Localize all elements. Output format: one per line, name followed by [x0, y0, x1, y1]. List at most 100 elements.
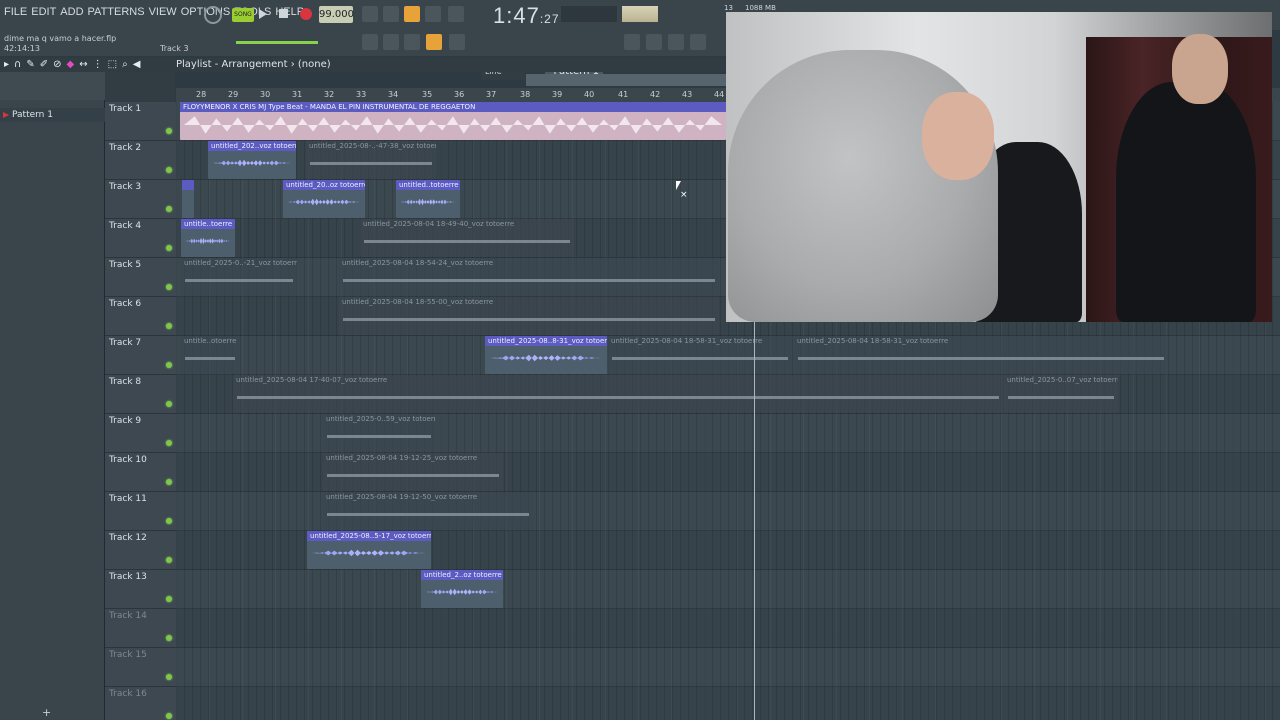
track-mute-led[interactable]	[166, 557, 172, 563]
audio-clip[interactable]: untitled_2025-08-04 18-58-31_voz totoerr…	[608, 336, 792, 374]
track-name: Track 11	[109, 494, 147, 504]
audio-clip[interactable]: untitled_2025-08-04 18-58-31_voz totoerr…	[794, 336, 1168, 374]
mouse-cursor-icon	[676, 181, 681, 190]
metronome-icon[interactable]	[362, 6, 378, 22]
audio-clip[interactable]: untitled_2025-08..8-31_voz totoerre	[485, 336, 607, 374]
audio-clip[interactable]: untitle..toerre	[181, 219, 235, 257]
menu-arrow-icon[interactable]: ▸	[4, 59, 9, 70]
horizontal-scrollbar[interactable]	[526, 74, 726, 86]
audio-clip[interactable]: untitled_20..oz totoerre	[283, 180, 365, 218]
pencil-icon[interactable]	[404, 34, 420, 50]
track-header[interactable]: Track 11	[105, 492, 176, 531]
track-mute-led[interactable]	[166, 245, 172, 251]
track-header[interactable]: Track 15	[105, 648, 176, 687]
track-mute-led[interactable]	[166, 479, 172, 485]
browser-pattern-item[interactable]: Pattern 1	[0, 108, 105, 122]
audio-clip[interactable]: FLOYYMENOR X CRIS MJ Type Beat - MANDA E…	[180, 102, 726, 140]
mixer-icon[interactable]	[690, 34, 706, 50]
audio-clip[interactable]: untitled_2025-08-04 18-54-24_voz totoerr…	[339, 258, 719, 296]
track-header[interactable]: Track 4	[105, 219, 176, 258]
track-mute-led[interactable]	[166, 362, 172, 368]
track-header[interactable]: Track 8	[105, 375, 176, 414]
audio-clip[interactable]: untitled_2025-08-04 18-55-00_voz totoerr…	[339, 297, 719, 335]
track-header[interactable]: Track 3	[105, 180, 176, 219]
loop-record-icon[interactable]	[448, 6, 464, 22]
paint-icon[interactable]: ✐	[40, 59, 48, 70]
track-mute-led[interactable]	[166, 284, 172, 290]
audio-clip[interactable]: untitled_2025-0..59_voz totoerre	[323, 414, 435, 452]
slip-icon[interactable]: ↔	[79, 59, 87, 70]
audio-clip[interactable]: untitled_2025-08..5-17_voz totoerre	[307, 531, 431, 569]
track-mute-led[interactable]	[166, 674, 172, 680]
slice-icon[interactable]: ⋮	[93, 59, 103, 70]
track-mute-led[interactable]	[166, 128, 172, 134]
typing-keyboard-icon[interactable]	[362, 34, 378, 50]
audio-clip[interactable]: untitled_2025-0..07_voz totoerre	[1004, 375, 1118, 413]
audio-clip[interactable]: untitled_2..oz totoerre	[421, 570, 503, 608]
track-header[interactable]: Track 14	[105, 609, 176, 648]
piano-roll-icon[interactable]	[646, 34, 662, 50]
audio-clip[interactable]: untitled_202..voz totoerre	[208, 141, 296, 179]
track-headers: Track 1 Track 2 Track 3 Track 4 Track 5 …	[105, 102, 176, 720]
blend-notes-icon[interactable]	[425, 6, 441, 22]
countdown-icon[interactable]	[404, 6, 420, 22]
speaker-icon[interactable]: ◀	[133, 59, 141, 70]
track-header[interactable]: Track 6	[105, 297, 176, 336]
track-header[interactable]: Track 16	[105, 687, 176, 720]
track-header[interactable]: Track 2	[105, 141, 176, 180]
audio-clip[interactable]: untitled_2025-0..-21_voz totoerre	[181, 258, 297, 296]
track-mute-led[interactable]	[166, 206, 172, 212]
stop-button[interactable]	[279, 9, 288, 18]
track-header[interactable]: Track 13	[105, 570, 176, 609]
track-header[interactable]: Track 5	[105, 258, 176, 297]
audio-clip[interactable]: untitle..otoerre	[181, 336, 239, 374]
add-pattern-icon[interactable]: +	[42, 706, 51, 719]
menu-file[interactable]: FILE	[4, 6, 27, 18]
track-header[interactable]: Track 7	[105, 336, 176, 375]
wait-input-icon[interactable]	[383, 6, 399, 22]
zoom-icon[interactable]: ⌕	[122, 59, 128, 70]
track-mute-led[interactable]	[166, 401, 172, 407]
audio-clip[interactable]: untitled_2025-08-04 18-49-40_voz totoerr…	[360, 219, 574, 257]
track-header[interactable]: Track 1	[105, 102, 176, 141]
select-icon[interactable]: ⬚	[108, 59, 117, 70]
audio-clip[interactable]	[182, 180, 194, 218]
menu-patterns[interactable]: PATTERNS	[88, 6, 145, 18]
step-edit-icon[interactable]	[383, 34, 399, 50]
menu-edit[interactable]: EDIT	[31, 6, 56, 18]
track-mute-led[interactable]	[166, 713, 172, 719]
playlist-pattern-name[interactable]: (none)	[298, 59, 331, 70]
playlist-icon[interactable]	[624, 34, 640, 50]
stamp-icon[interactable]	[449, 34, 465, 50]
track-header[interactable]: Track 10	[105, 453, 176, 492]
audio-clip[interactable]: untitled_2025-08-04 19-12-50_voz totoerr…	[323, 492, 533, 530]
play-button[interactable]	[259, 9, 267, 19]
audio-clip[interactable]: untitled..totoerre	[396, 180, 460, 218]
record-button[interactable]	[300, 8, 312, 20]
clip-label: untitled_20..oz totoerre	[283, 180, 365, 190]
magnet-icon[interactable]: ∩	[14, 59, 21, 70]
track-mute-led[interactable]	[166, 440, 172, 446]
link-icon[interactable]	[426, 34, 442, 50]
delete-icon[interactable]: ⊘	[53, 59, 61, 70]
main-volume-slider[interactable]	[236, 41, 318, 44]
track-mute-led[interactable]	[166, 596, 172, 602]
audio-clip[interactable]: untitled_2025-08-..-47-38_voz totoerre	[306, 141, 436, 179]
memory-meter: 1088 MB	[745, 4, 776, 12]
track-mute-led[interactable]	[166, 635, 172, 641]
menu-add[interactable]: ADD	[60, 6, 83, 18]
track-mute-led[interactable]	[166, 518, 172, 524]
master-volume-knob[interactable]	[204, 6, 222, 24]
audio-clip[interactable]: untitled_2025-08-04 19-12-25_voz totoerr…	[323, 453, 503, 491]
track-mute-led[interactable]	[166, 167, 172, 173]
song-mode-button[interactable]: SONG	[232, 8, 254, 22]
track-header[interactable]: Track 9	[105, 414, 176, 453]
channel-rack-icon[interactable]	[668, 34, 684, 50]
tempo-display[interactable]: 99.000	[319, 6, 354, 23]
mute-icon[interactable]: ◆	[67, 59, 75, 70]
draw-icon[interactable]: ✎	[26, 59, 34, 70]
track-mute-led[interactable]	[166, 323, 172, 329]
audio-clip[interactable]: untitled_2025-08-04 17-40-07_voz totoerr…	[233, 375, 1003, 413]
track-header[interactable]: Track 12	[105, 531, 176, 570]
menu-view[interactable]: VIEW	[149, 6, 177, 18]
